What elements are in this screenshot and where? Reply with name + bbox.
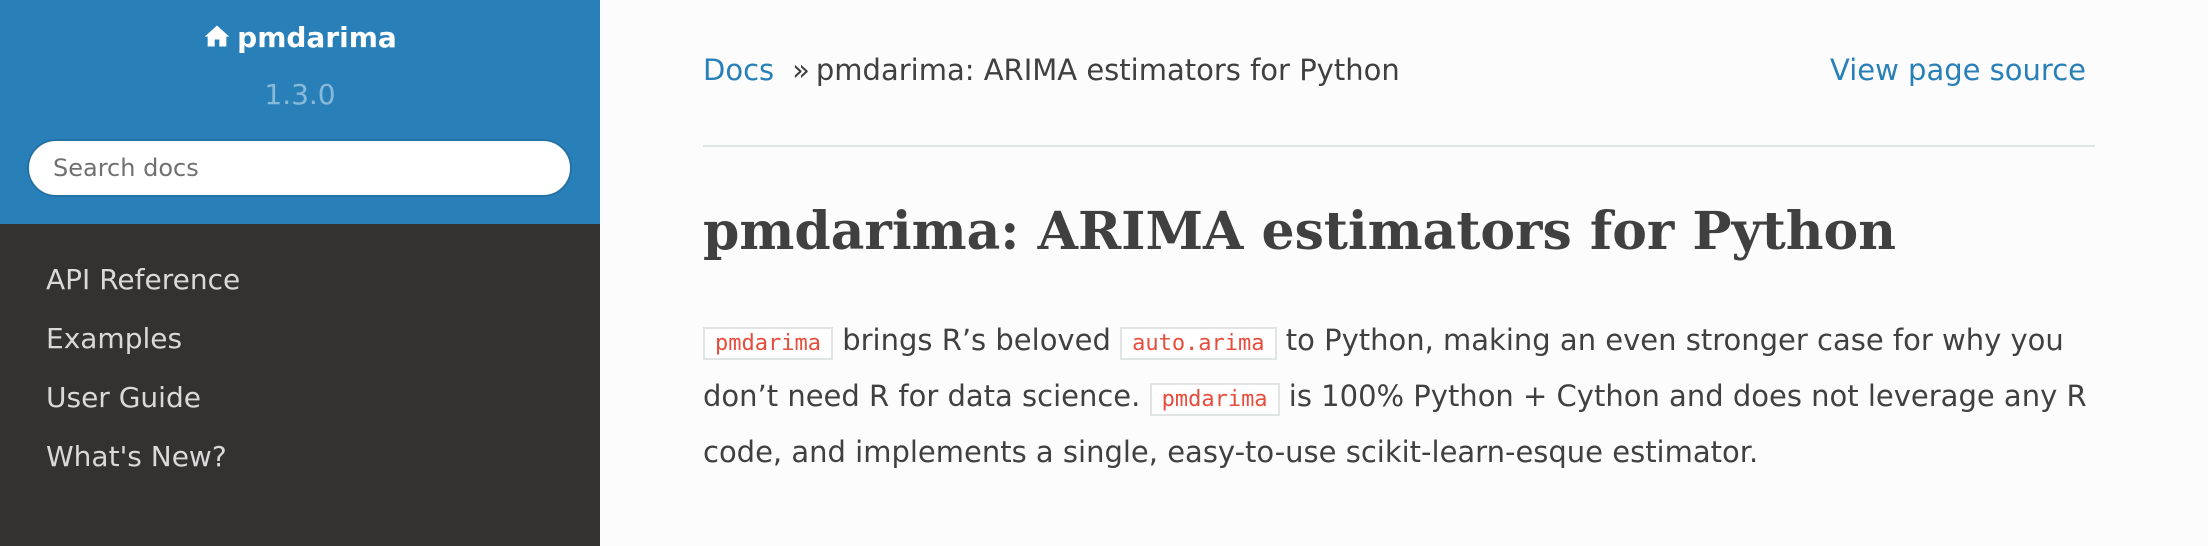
inline-code-pmdarima: pmdarima [703, 327, 833, 360]
home-icon [204, 25, 230, 47]
inline-code-auto-arima: auto.arima [1120, 327, 1277, 360]
breadcrumb-separator: » [792, 53, 810, 87]
inline-code-pmdarima-2: pmdarima [1149, 383, 1280, 416]
intro-paragraph: pmdarima brings R’s beloved auto.arima t… [703, 314, 2095, 478]
sidebar: pmdarima 1.3.0 API Reference Examples Us… [0, 0, 600, 546]
breadcrumb: Docs » pmdarima: ARIMA estimators for Pyth… [703, 48, 2095, 92]
page-title: pmdarima: ARIMA estimators for Python [703, 201, 1897, 262]
breadcrumb-current: pmdarima: ARIMA estimators for Python [815, 53, 1400, 87]
brand-name: pmdarima [237, 21, 397, 54]
docs-page: pmdarima 1.3.0 API Reference Examples Us… [0, 0, 2208, 546]
sidebar-item-examples[interactable]: Examples [0, 309, 600, 368]
view-page-source-link[interactable]: View page source [1830, 48, 2086, 92]
brand-link[interactable]: pmdarima [0, 18, 600, 58]
sidebar-item-whats-new[interactable]: What's New? [0, 427, 600, 486]
sidebar-header: pmdarima 1.3.0 [0, 0, 600, 224]
breadcrumb-docs-link[interactable]: Docs [703, 53, 774, 87]
paragraph-text-1: brings R’s beloved [842, 323, 1111, 357]
sidebar-item-user-guide[interactable]: User Guide [0, 368, 600, 427]
breadcrumb-divider [703, 145, 2095, 147]
sidebar-item-api-reference[interactable]: API Reference [0, 250, 600, 309]
sidebar-nav: API Reference Examples User Guide What's… [0, 250, 600, 486]
search-input[interactable] [27, 139, 572, 197]
main-content: Docs» pmdarima: ARIMA estimators for Pyth… [703, 0, 2095, 546]
version-label: 1.3.0 [264, 78, 336, 111]
